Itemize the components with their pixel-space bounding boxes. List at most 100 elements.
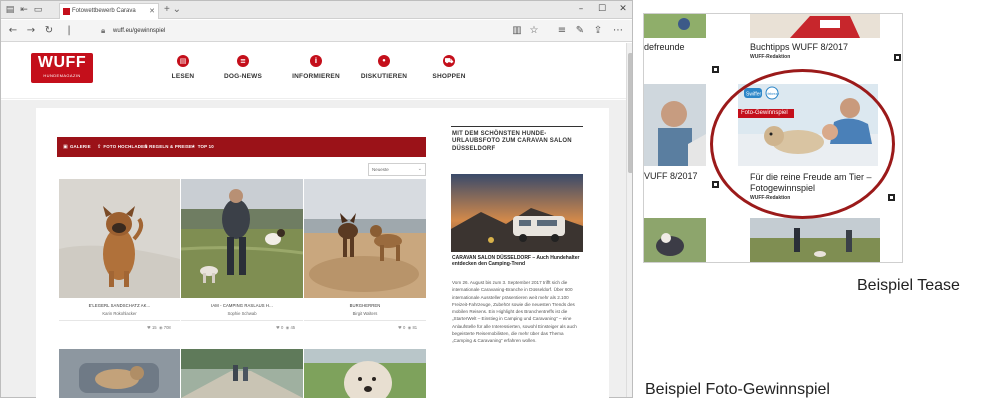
teaser-author-top: WUFF-Redaktion (750, 54, 791, 60)
tab-regeln-preise[interactable]: ℹ REGELN & PREISE (145, 137, 192, 157)
teaser-caption: Beispiel Tease (857, 277, 960, 294)
eye-icon: ◉ (158, 325, 163, 330)
lock-icon: 🔒︎ (101, 26, 106, 35)
more-dots-icon[interactable]: ⋯ (612, 25, 624, 37)
teaser-more-icon[interactable] (888, 194, 895, 201)
menu-item-dog-news[interactable]: ≡ DOG-NEWS (223, 55, 263, 80)
heart-icon[interactable]: ♥ (398, 325, 402, 330)
teaser-thumb-bottom-left[interactable] (644, 218, 706, 262)
gallery-photo-1[interactable] (59, 179, 180, 298)
tab-close-icon[interactable]: ✕ (149, 4, 155, 19)
sort-select[interactable]: Neueste ⌄ (368, 163, 426, 176)
url-text: wuff.eu/gewinnspiel (113, 28, 166, 34)
teaser-text-top-right[interactable]: Buchtipps WUFF 8/2017 (750, 42, 848, 52)
chevron-down-icon: ⌄ (417, 166, 422, 172)
menu-label: DOG-NEWS (223, 73, 263, 80)
divider (304, 320, 426, 321)
teaser-text-top-left[interactable]: defreunde (644, 42, 685, 52)
new-tab-button[interactable]: + ⌄ (164, 3, 181, 17)
refresh-icon[interactable]: ↻ (43, 25, 55, 37)
back-arrow-icon[interactable]: ← (7, 25, 19, 37)
url-field[interactable]: 🔒︎ wuff.eu/gewinnspiel (101, 24, 481, 38)
gallery-photo-2[interactable] (181, 179, 303, 298)
photo-stats-3: ♥ 0 ◉ 81 (398, 325, 417, 330)
vertical-scrollbar[interactable] (626, 43, 632, 397)
scrollbar-thumb[interactable] (628, 53, 632, 173)
close-button[interactable]: ✕ (613, 2, 632, 17)
teaser-thumb-bottom-right[interactable] (750, 218, 880, 262)
menu-item-shoppen[interactable]: ⛟ SHOPPEN (429, 55, 469, 80)
view-count: 708 (163, 325, 171, 330)
info-icon: i (310, 55, 322, 67)
forward-arrow-icon[interactable]: → (25, 25, 37, 37)
menu-item-lesen[interactable]: ▤ LESEN (171, 55, 195, 80)
photo-title[interactable]: BURGHERREN (304, 303, 426, 308)
teaser-more-icon[interactable] (712, 181, 719, 188)
heart-icon[interactable]: ♥ (276, 325, 280, 330)
maximize-button[interactable]: ☐ (592, 2, 612, 17)
menu-item-informieren[interactable]: i INFORMIEREN (291, 55, 341, 80)
menu-item-diskutieren[interactable]: • DISKUTIEREN (359, 55, 409, 80)
reading-view-icon[interactable]: ▥ (511, 25, 523, 37)
sidebar-image[interactable] (451, 174, 583, 252)
share-icon[interactable]: ⇪ (592, 25, 604, 37)
photo-caption-2: IAM - CAMPING RASLAUS H... Sophie Schwab (181, 303, 303, 316)
teaser-more-icon[interactable] (894, 54, 901, 61)
info-icon: ℹ (145, 144, 148, 150)
sidebar-article-body: Vom 26. August bis zum 3. September 2017… (452, 280, 577, 344)
back-tabs-icon[interactable]: ⇤ (19, 5, 29, 15)
tab-title: Fotowettbewerb Carava (72, 8, 136, 14)
photo-caption-3: BURGHERREN Birgit Walters (304, 303, 426, 316)
eye-icon: ◉ (407, 325, 412, 330)
menu-label: INFORMIEREN (292, 73, 340, 80)
gallery-photo-4[interactable] (59, 349, 180, 398)
wuff-logo[interactable]: WUFF HUNDEMAGAZIN (31, 53, 93, 83)
favorites-star-icon[interactable]: ☆ (528, 25, 540, 37)
tab-label: GALERIE (69, 144, 91, 149)
teaser-text-mid-left[interactable]: VUFF 8/2017 (644, 171, 698, 181)
sidebar-heading: MIT DEM SCHÖNSTEN HUNDE-URLAUBSFOTO ZUM … (452, 131, 572, 152)
home-separator-icon: | (67, 25, 71, 36)
photo-stats-2: ♥ 0 ◉ 45 (276, 325, 295, 330)
like-count: 0 (280, 325, 284, 330)
menu-label: LESEN (171, 73, 195, 80)
tab-top-10[interactable]: ★ TOP 10 (191, 137, 214, 157)
teaser-screenshot: defreunde Buchtipps WUFF 8/2017 WUFF-Red… (643, 13, 903, 263)
site-header: WUFF HUNDEMAGAZIN ▤ LESEN ≡ DOG-NEWS i I… (1, 43, 626, 99)
teaser-thumb-top-left[interactable] (644, 14, 706, 38)
gallery-photo-3[interactable] (304, 179, 426, 298)
menu-label: DISKUTIEREN (360, 73, 408, 80)
heart-icon[interactable]: ♥ (147, 325, 151, 330)
photo-title[interactable]: E'LEGERL SANDSCHATZ AK... (59, 303, 180, 308)
tab-galerie[interactable]: ▣ GALERIE (63, 137, 91, 157)
photo-title[interactable]: IAM - CAMPING RASLAUS H... (181, 303, 303, 308)
gallery-photo-6[interactable] (304, 349, 426, 398)
tab-list-icon[interactable]: ▤ (5, 5, 15, 15)
tab-label: REGELN & PREISE (149, 144, 193, 149)
address-bar: ← → ↻ | 🔒︎ wuff.eu/gewinnspiel ▥ ☆ ≡ ✎ ⇪… (1, 20, 632, 42)
divider (59, 320, 180, 321)
view-count: 81 (412, 325, 418, 330)
notes-pen-icon[interactable]: ✎ (574, 25, 586, 37)
favicon-icon (63, 8, 70, 15)
sidebar-rule (451, 126, 583, 127)
minimize-button[interactable]: – (571, 2, 591, 17)
gallery-tab-bar: ▣ GALERIE ⇧ FOTO HOCHLADEN ℹ REGELN & PREIS… (57, 137, 426, 157)
browser-tab[interactable]: Fotowettbewerb Carava ✕ (59, 3, 159, 19)
gewinnspiel-caption: Beispiel Foto-Gewinnspiel (645, 381, 830, 398)
teaser-thumb-top-right[interactable] (750, 14, 880, 38)
menu-label: SHOPPEN (432, 73, 466, 80)
hub-icon[interactable]: ≡ (556, 25, 568, 37)
tab-foto-hochladen[interactable]: ⇧ FOTO HOCHLADEN (97, 137, 148, 157)
photo-caption-1: E'LEGERL SANDSCHATZ AK... Karin Rokohlac… (59, 303, 180, 316)
document-page: ▤ ⇤ ▭ Fotowettbewerb Carava ✕ + ⌄ – ☐ ✕ … (0, 0, 985, 398)
teaser-more-icon[interactable] (712, 66, 719, 73)
sidebar-article-title[interactable]: CARAVAN SALON DÜSSELDORF – Auch Hundehal… (452, 255, 584, 267)
highlight-ellipse (710, 69, 895, 219)
photo-stats-1: ♥ 15 ◉ 708 (147, 325, 171, 330)
cart-icon: ⛟ (443, 55, 455, 67)
tab-preview-icon[interactable]: ▭ (33, 5, 43, 15)
gallery-photo-5[interactable] (181, 349, 303, 398)
photo-author: Sophie Schwab (227, 311, 257, 316)
teaser-thumb-mid-left[interactable] (644, 84, 706, 166)
